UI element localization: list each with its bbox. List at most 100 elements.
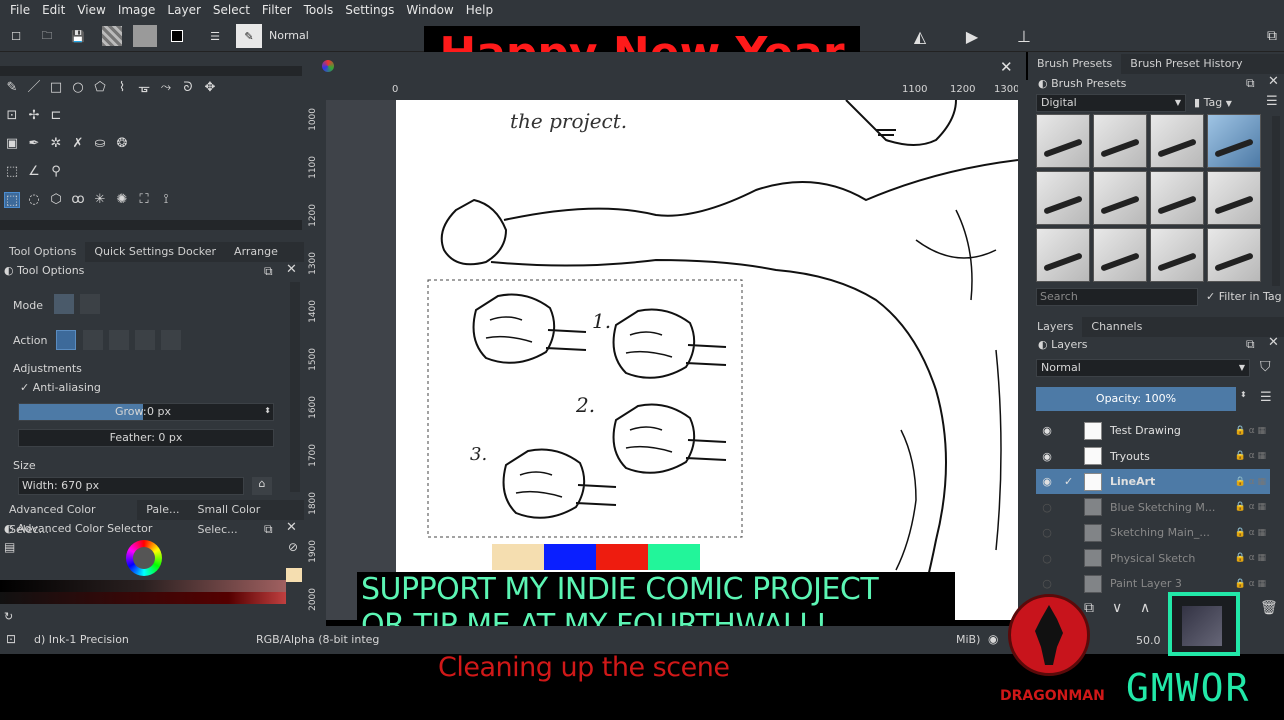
close-dock-icon[interactable]: ✕ bbox=[1268, 74, 1279, 89]
mirror-horizontal-icon[interactable]: ◭ bbox=[910, 26, 930, 46]
menu-select[interactable]: Select bbox=[207, 3, 256, 17]
layer-flags-icon[interactable]: 🔒 α ▦ bbox=[1235, 477, 1266, 487]
measure-tool-icon[interactable]: ∠ bbox=[26, 164, 42, 180]
brush-preset-tile[interactable] bbox=[1150, 171, 1204, 225]
tag-button[interactable]: ▮ Tag ▼ bbox=[1194, 96, 1232, 109]
zoom-slider-icon[interactable]: ◉ bbox=[988, 632, 998, 646]
tab-channels[interactable]: Channels bbox=[1082, 317, 1151, 337]
layer-flags-icon[interactable]: 🔒 α ▦ bbox=[1235, 528, 1266, 538]
feather-slider[interactable]: Feather: 0 px bbox=[18, 429, 274, 447]
enclose-fill-icon[interactable]: ❂ bbox=[114, 136, 130, 152]
menu-image[interactable]: Image bbox=[112, 3, 162, 17]
canvas-page[interactable]: the project. 1. 2. 3. bbox=[396, 100, 1018, 620]
float-dock-icon[interactable]: ⧉ bbox=[264, 264, 273, 279]
layer-row[interactable]: ◉ Tryouts 🔒 α ▦ bbox=[1036, 444, 1270, 469]
action-symmetric-icon[interactable] bbox=[161, 330, 181, 350]
brush-search-input[interactable]: Search bbox=[1036, 288, 1198, 306]
close-document-icon[interactable]: ✕ bbox=[1000, 58, 1013, 76]
pattern-swatch[interactable] bbox=[133, 25, 157, 47]
magic-wand-icon[interactable]: ✳ bbox=[92, 192, 108, 208]
brush-preset-icon[interactable]: ✎ bbox=[236, 24, 262, 48]
layer-row[interactable]: ○ Physical Sketch 🔒 α ▦ bbox=[1036, 546, 1270, 571]
tab-layers[interactable]: Layers bbox=[1028, 317, 1083, 337]
menu-filter[interactable]: Filter bbox=[256, 3, 298, 17]
gradient-swatch[interactable] bbox=[102, 26, 122, 46]
layer-flags-icon[interactable]: 🔒 α ▦ bbox=[1235, 502, 1266, 512]
brush-preset-tile[interactable] bbox=[1093, 228, 1147, 282]
lock-ratio-icon[interactable]: ⌂ bbox=[252, 477, 272, 495]
layer-flags-icon[interactable]: 🔒 α ▦ bbox=[1235, 451, 1266, 461]
canvas-vscrollbar[interactable] bbox=[1018, 80, 1028, 634]
close-dock-icon[interactable]: ✕ bbox=[1268, 335, 1279, 350]
blend-mode-select[interactable]: Normal bbox=[269, 29, 309, 42]
tab-brush-history[interactable]: Brush Preset History bbox=[1121, 54, 1251, 74]
menu-tools[interactable]: Tools bbox=[298, 3, 340, 17]
float-dock-icon[interactable]: ⧉ bbox=[1246, 76, 1255, 91]
brush-preset-tile[interactable] bbox=[1207, 228, 1261, 282]
tab-advanced-color[interactable]: Advanced Color Selec... bbox=[0, 500, 138, 536]
tab-small-color[interactable]: Small Color Selec... bbox=[189, 500, 305, 536]
spin-icon[interactable]: ⬍ bbox=[1240, 390, 1247, 399]
freehand-brush-icon[interactable]: ✎ bbox=[4, 80, 20, 96]
bezier-select-icon[interactable]: ⛶ bbox=[136, 192, 152, 208]
reference-tool-icon[interactable]: ⚲ bbox=[48, 164, 64, 180]
lock-icon[interactable]: ◐ bbox=[1038, 77, 1048, 90]
similar-select-icon[interactable]: ✺ bbox=[114, 192, 130, 208]
layer-options-icon[interactable]: ☰ bbox=[1260, 390, 1272, 405]
save-icon[interactable]: 💾 bbox=[68, 26, 88, 46]
canvas-viewport[interactable]: the project. 1. 2. 3. bbox=[326, 100, 1018, 620]
tab-palette[interactable]: Pale... bbox=[137, 500, 188, 520]
visibility-eye-icon[interactable]: ◉ bbox=[1040, 450, 1054, 463]
fill-tool-icon[interactable]: ⛀ bbox=[92, 136, 108, 152]
polygon-select-icon[interactable]: ⬡ bbox=[48, 192, 64, 208]
window-icon[interactable]: ⧉ bbox=[1262, 26, 1282, 46]
freehand-select-icon[interactable]: ꝏ bbox=[70, 192, 86, 208]
action-replace-icon[interactable] bbox=[56, 330, 76, 350]
dynamic-brush-icon[interactable]: ᘐ bbox=[180, 80, 196, 96]
color-ramp-lower[interactable] bbox=[0, 592, 286, 604]
tab-tool-options[interactable]: Tool Options bbox=[0, 242, 86, 262]
visibility-eye-icon[interactable]: ◉ bbox=[1040, 424, 1054, 437]
menu-window[interactable]: Window bbox=[400, 3, 459, 17]
layer-row[interactable]: ◉ Test Drawing 🔒 α ▦ bbox=[1036, 418, 1270, 443]
close-dock-icon[interactable]: ✕ bbox=[286, 262, 297, 277]
freehand-path-icon[interactable]: ⤳ bbox=[158, 80, 174, 96]
brush-preset-tile[interactable] bbox=[1150, 228, 1204, 282]
visibility-eye-icon[interactable]: ◉ bbox=[1040, 475, 1054, 488]
layer-row[interactable]: ○ Blue Sketching M... 🔒 α ▦ bbox=[1036, 495, 1270, 520]
transform-tool-icon[interactable]: ⊡ bbox=[4, 108, 20, 124]
layer-row[interactable]: ◉ ✓ LineArt 🔒 α ▦ bbox=[1036, 469, 1270, 494]
brush-settings-icon[interactable]: ☰ bbox=[205, 26, 225, 46]
action-add-icon[interactable] bbox=[109, 330, 129, 350]
color-picker-icon[interactable]: ✒ bbox=[26, 136, 42, 152]
menu-edit[interactable]: Edit bbox=[36, 3, 71, 17]
lock-icon[interactable]: ◐ bbox=[4, 522, 14, 535]
menu-file[interactable]: File bbox=[4, 3, 36, 17]
assistant-tool-icon[interactable]: ⬚ bbox=[4, 164, 20, 180]
layer-flags-icon[interactable]: 🔒 α ▦ bbox=[1235, 553, 1266, 563]
layer-row[interactable]: ○ Sketching Main_... 🔒 α ▦ bbox=[1036, 520, 1270, 545]
float-dock-icon[interactable]: ⧉ bbox=[1246, 337, 1255, 352]
action-intersect-icon[interactable] bbox=[83, 330, 103, 350]
visibility-eye-icon[interactable]: ○ bbox=[1040, 526, 1054, 539]
layer-flags-icon[interactable]: 🔒 α ▦ bbox=[1235, 426, 1266, 436]
menu-settings[interactable]: Settings bbox=[339, 3, 400, 17]
line-tool-icon[interactable]: ／ bbox=[26, 80, 42, 96]
multibrush-icon[interactable]: ✥ bbox=[202, 80, 218, 96]
mirror-vertical-icon[interactable]: ▶ bbox=[962, 26, 982, 46]
brush-preset-tile[interactable] bbox=[1093, 114, 1147, 168]
rect-select-icon[interactable]: ⬚ bbox=[4, 192, 20, 208]
tab-brush-presets[interactable]: Brush Presets bbox=[1028, 54, 1122, 74]
polygon-tool-icon[interactable]: ⬠ bbox=[92, 80, 108, 96]
brush-preset-tile[interactable] bbox=[1036, 114, 1090, 168]
layer-blend-select[interactable]: Normal ▼ bbox=[1036, 359, 1250, 377]
visibility-eye-icon[interactable]: ○ bbox=[1040, 552, 1054, 565]
filter-in-tag-checkbox[interactable]: ✓ Filter in Tag bbox=[1206, 290, 1282, 303]
menu-layer[interactable]: Layer bbox=[161, 3, 206, 17]
grow-slider[interactable]: Grow: 0 px ⬍ bbox=[18, 403, 274, 421]
color-wheel[interactable] bbox=[126, 540, 162, 576]
magnetic-select-icon[interactable]: ⟟ bbox=[158, 192, 174, 208]
tool-options-scrollbar[interactable] bbox=[290, 282, 300, 492]
no-color-icon[interactable]: ⊘ bbox=[288, 540, 298, 554]
crop-icon[interactable]: ⊥ bbox=[1014, 26, 1034, 46]
